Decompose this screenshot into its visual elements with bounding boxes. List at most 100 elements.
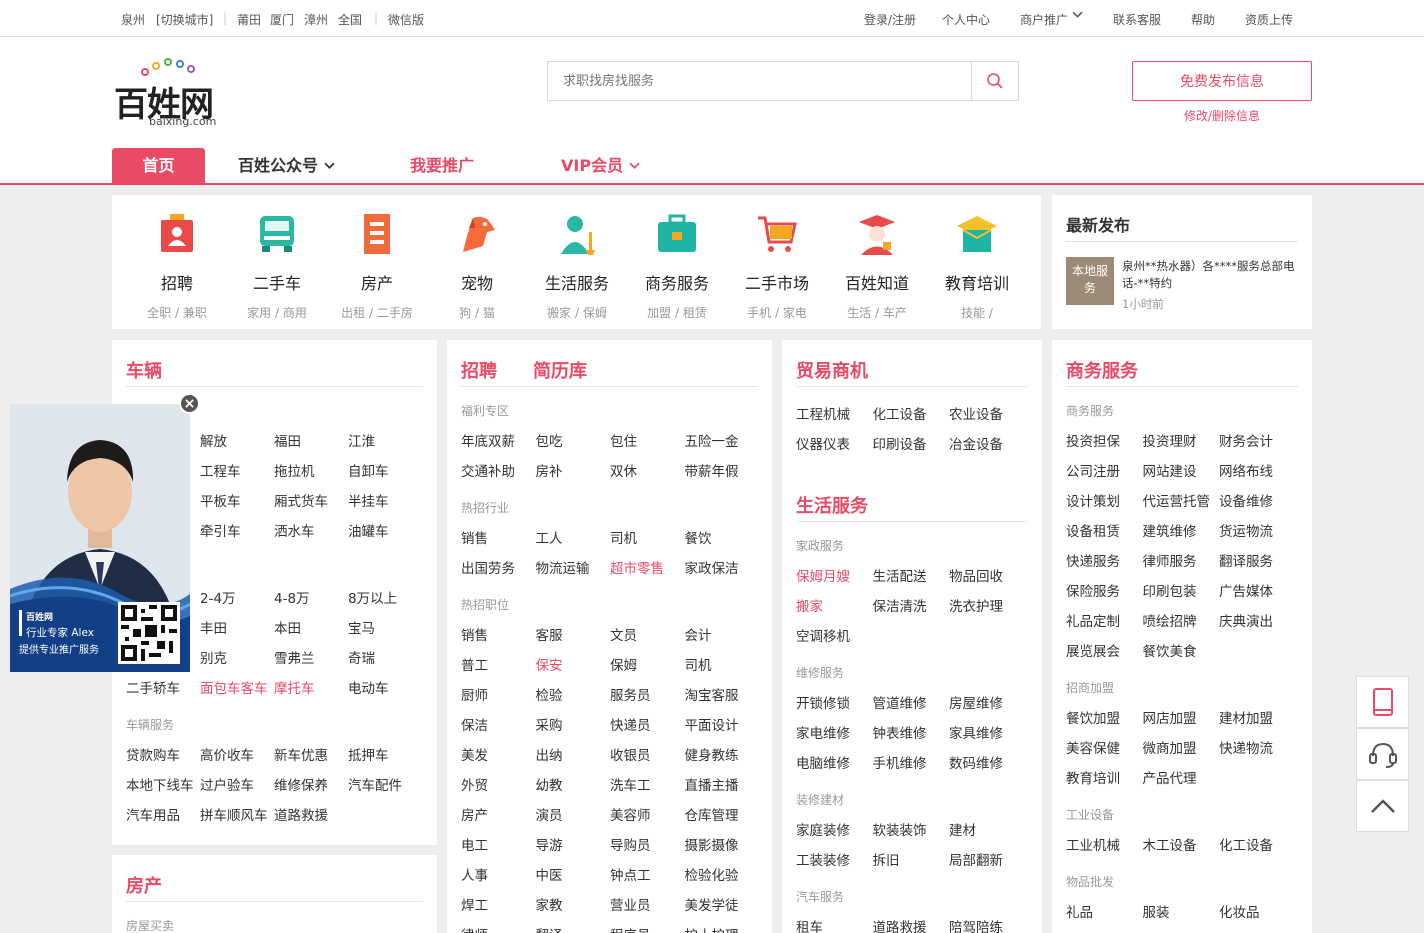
category-link[interactable]: 礼品定制 (1066, 610, 1120, 630)
category-recruit[interactable]: 招聘 全职 / 兼职 (127, 212, 227, 321)
category-link[interactable]: 超市零售 (610, 557, 664, 577)
service-link[interactable]: 新车优惠 (274, 744, 328, 764)
category-link[interactable]: 农业设备 (949, 403, 1003, 423)
category-link[interactable]: 淘宝客服 (685, 684, 739, 704)
service-link[interactable]: 汽车用品 (126, 804, 180, 824)
category-link[interactable]: 销售 (461, 624, 488, 644)
search-input[interactable] (548, 62, 971, 100)
category-link[interactable]: 服装 (1143, 901, 1170, 921)
category-link[interactable]: 保洁清洗 (873, 595, 927, 615)
popup-close-button[interactable] (179, 393, 200, 414)
vehicle-link[interactable]: 摩托车 (274, 677, 315, 697)
category-link[interactable]: 工装装修 (796, 849, 850, 869)
category-link[interactable]: 双休 (610, 460, 637, 480)
category-link[interactable]: 软装装饰 (873, 819, 927, 839)
category-link[interactable]: 文员 (610, 624, 637, 644)
price-link[interactable]: 4-8万 (274, 587, 310, 607)
city-link[interactable]: 全国 (338, 11, 362, 28)
vehicle-link[interactable]: 半挂车 (348, 490, 389, 510)
category-link[interactable]: 印刷包装 (1143, 580, 1197, 600)
brand-link[interactable]: 丰田 (200, 617, 227, 637)
resume-library-title[interactable]: 简历库 (533, 357, 587, 383)
category-link[interactable]: 工程机械 (796, 403, 850, 423)
price-link[interactable]: 2-4万 (200, 587, 236, 607)
vehicle-link[interactable]: 平板车 (200, 490, 241, 510)
category-link[interactable]: 美容师 (610, 804, 651, 824)
category-link[interactable]: 餐饮加盟 (1066, 707, 1120, 727)
user-center-link[interactable]: 个人中心 (942, 11, 990, 28)
category-link[interactable]: 快递服务 (1066, 550, 1120, 570)
category-link[interactable]: 包住 (610, 430, 637, 450)
category-link[interactable]: 司机 (685, 654, 712, 674)
category-link[interactable]: 化工设备 (873, 403, 927, 423)
back-to-top-button[interactable] (1356, 780, 1409, 832)
category-link[interactable]: 检验 (536, 684, 563, 704)
category-link[interactable]: 建筑维修 (1143, 520, 1197, 540)
category-link[interactable]: 收银员 (610, 744, 651, 764)
category-link[interactable]: 翻译服务 (1219, 550, 1273, 570)
category-link[interactable]: 护士护理 (685, 924, 739, 933)
category-link[interactable]: 化工设备 (1219, 834, 1273, 854)
category-link[interactable]: 手机维修 (873, 752, 927, 772)
category-link[interactable]: 导游 (536, 834, 563, 854)
category-link[interactable]: 财务会计 (1219, 430, 1273, 450)
category-link[interactable]: 网站建设 (1143, 460, 1197, 480)
category-link[interactable]: 快递员 (610, 714, 651, 734)
category-link[interactable]: 家电维修 (796, 722, 850, 742)
category-link[interactable]: 律师服务 (1143, 550, 1197, 570)
agent-promo-popup[interactable]: 百姓网 行业专家 Alex 提供专业推广服务 (10, 404, 190, 672)
category-link[interactable]: 程序员 (610, 924, 651, 933)
brand-link[interactable]: 奇瑞 (348, 647, 375, 667)
vehicle-link[interactable]: 牵引车 (200, 520, 241, 540)
category-link[interactable]: 采购 (536, 714, 563, 734)
category-link[interactable]: 餐饮 (685, 527, 712, 547)
category-link[interactable]: 客服 (536, 624, 563, 644)
category-link[interactable]: 律师 (461, 924, 488, 933)
publish-button[interactable]: 免费发布信息 (1132, 61, 1312, 101)
category-link[interactable]: 冶金设备 (949, 433, 1003, 453)
category-link[interactable]: 设计策划 (1066, 490, 1120, 510)
category-link[interactable]: 庆典演出 (1219, 610, 1273, 630)
category-link[interactable]: 搬家 (796, 595, 823, 615)
category-link[interactable]: 电工 (461, 834, 488, 854)
category-link[interactable]: 司机 (610, 527, 637, 547)
category-link[interactable]: 数码维修 (949, 752, 1003, 772)
vehicle-link[interactable]: 解放 (200, 430, 227, 450)
nav-promote[interactable]: 我要推广 (410, 148, 474, 183)
mobile-app-button[interactable] (1356, 676, 1409, 728)
nav-vip[interactable]: VIP会员 (561, 148, 640, 183)
category-link[interactable]: 洗车工 (610, 774, 651, 794)
category-link[interactable]: 平面设计 (685, 714, 739, 734)
category-link[interactable]: 年底双薪 (461, 430, 515, 450)
category-link[interactable]: 摄影摄像 (685, 834, 739, 854)
category-link[interactable]: 保险服务 (1066, 580, 1120, 600)
service-link[interactable]: 维修保养 (274, 774, 328, 794)
category-link[interactable]: 五险一金 (685, 430, 739, 450)
city-link[interactable]: 漳州 (304, 11, 328, 28)
category-link[interactable]: 演员 (536, 804, 563, 824)
category-link[interactable]: 建材 (949, 819, 976, 839)
category-link[interactable]: 家教 (536, 894, 563, 914)
brand-link[interactable]: 雪弗兰 (274, 647, 315, 667)
city-link[interactable]: 莆田 (237, 11, 261, 28)
category-link[interactable]: 道路救援 (873, 916, 927, 933)
life-title[interactable]: 生活服务 (796, 492, 868, 518)
business-title[interactable]: 商务服务 (1066, 357, 1138, 383)
vehicle-link[interactable]: 拖拉机 (274, 460, 315, 480)
category-link[interactable]: 租车 (796, 916, 823, 933)
category-link[interactable]: 空调移机 (796, 625, 850, 645)
category-link[interactable]: 焊工 (461, 894, 488, 914)
category-link[interactable]: 印刷设备 (873, 433, 927, 453)
category-used-car[interactable]: 二手车 家用 / 商用 (227, 212, 327, 321)
category-link[interactable]: 礼品 (1066, 901, 1093, 921)
category-link[interactable]: 微商加盟 (1143, 737, 1197, 757)
category-link[interactable]: 投资担保 (1066, 430, 1120, 450)
category-link[interactable]: 销售 (461, 527, 488, 547)
category-link[interactable]: 健身教练 (685, 744, 739, 764)
category-education[interactable]: 教育培训 技能 / (927, 212, 1027, 321)
category-link[interactable]: 物流运输 (536, 557, 590, 577)
qualification-upload-link[interactable]: 资质上传 (1245, 11, 1293, 28)
service-link[interactable]: 高价收车 (200, 744, 254, 764)
contact-service-link[interactable]: 联系客服 (1113, 11, 1161, 28)
category-link[interactable]: 房补 (536, 460, 563, 480)
